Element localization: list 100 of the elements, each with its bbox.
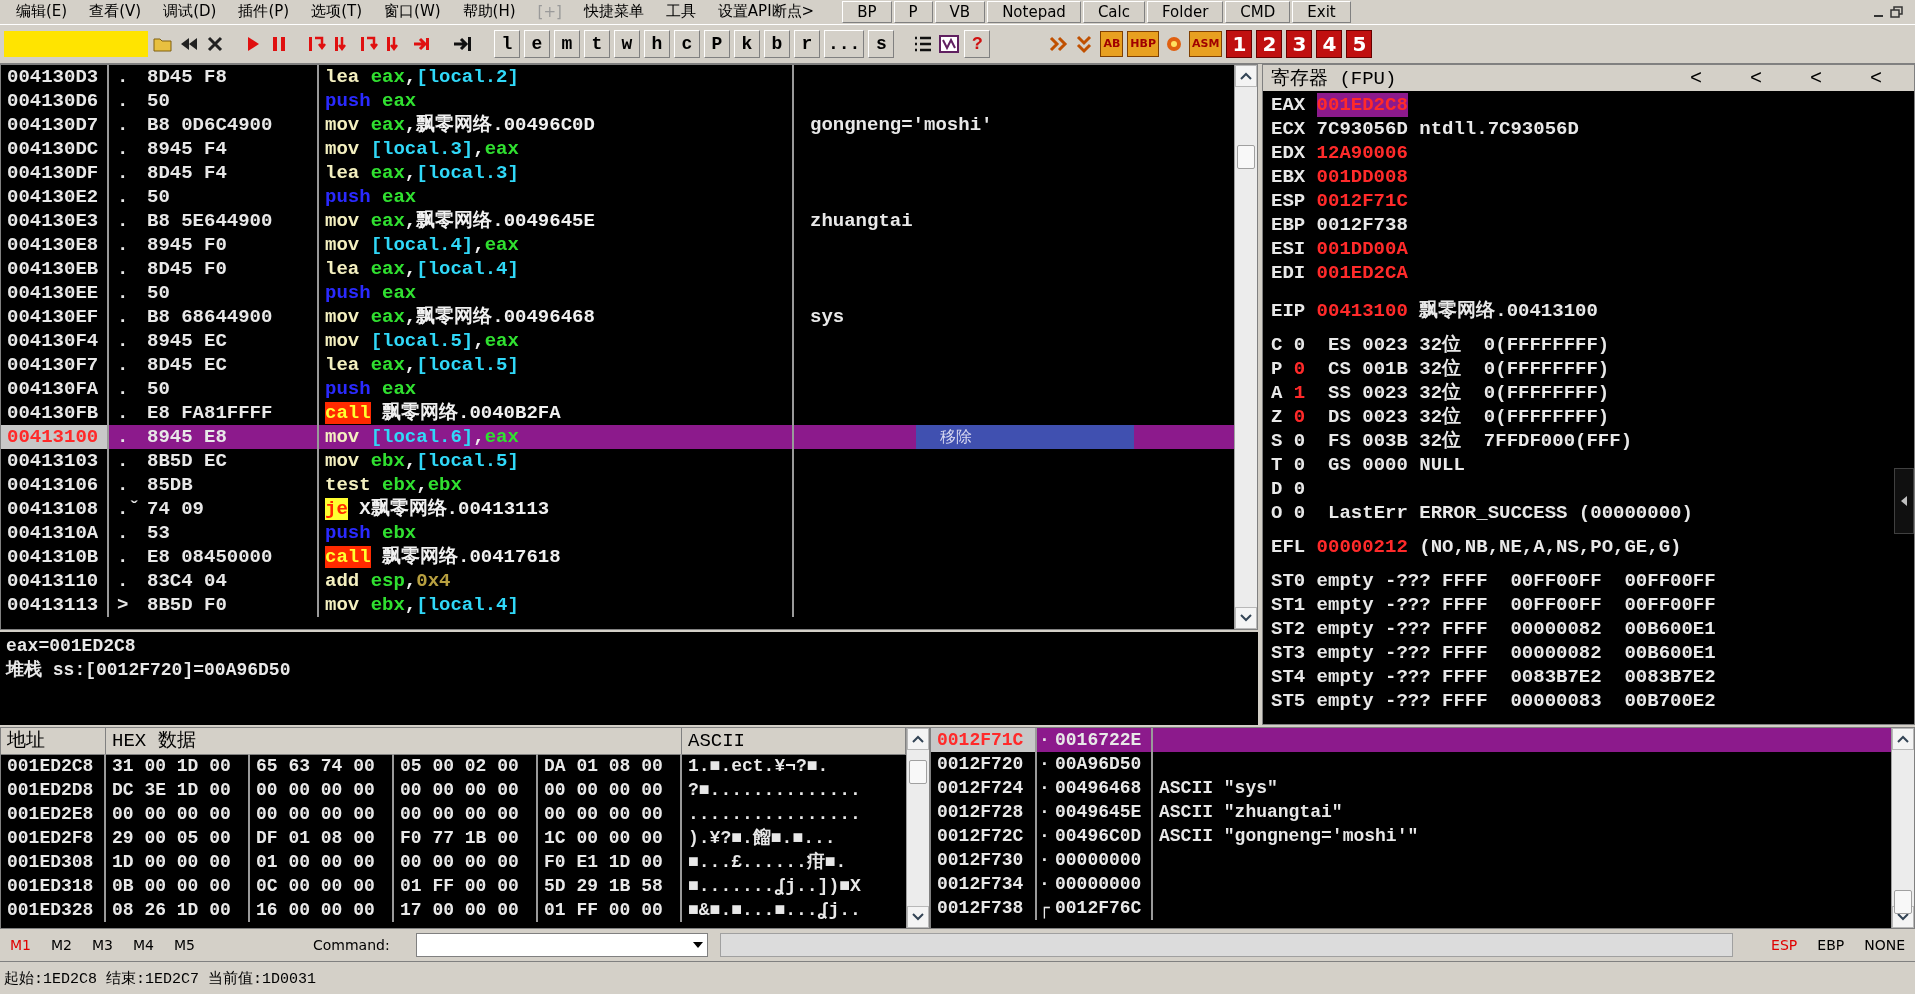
plugin-button[interactable]: HBP — [1127, 30, 1159, 57]
memory-tab[interactable]: M2 — [47, 937, 76, 954]
scroll-thumb[interactable] — [909, 760, 927, 785]
register-note: (NO,NB,NE,A,NS,PO,GE,G) — [1418, 534, 1682, 559]
hex-cell: 01 FF 00 00 — [538, 898, 682, 923]
hex-cell: 01 00 00 00 — [250, 850, 394, 875]
memory-tab[interactable]: M4 — [129, 937, 158, 954]
nav-button[interactable]: < — [1786, 66, 1846, 89]
menu-item[interactable]: 调试(D) — [153, 2, 227, 22]
marker-cell-text: .ˇ — [116, 496, 141, 521]
toolbar-button[interactable]: m — [554, 29, 580, 58]
command-label: Command: — [313, 937, 390, 954]
command-field[interactable] — [415, 933, 708, 958]
toolbar-button[interactable]: Calc — [1082, 0, 1145, 23]
register-value[interactable]: 001DD00A — [1316, 236, 1408, 261]
marker-cell-text: · — [1038, 753, 1051, 777]
comment-cell-text: gongneng='moshi' — [809, 112, 994, 137]
menu-item[interactable]: 查看(V) — [79, 2, 152, 22]
number-button[interactable]: 1 — [1226, 29, 1253, 58]
stack-row[interactable]: 0012F71C · 0016722E — [931, 728, 1891, 753]
column-header[interactable]: HEX 数据 — [106, 728, 682, 756]
toolbar-button[interactable]: Notepad — [987, 0, 1081, 23]
segment-detail: FS 003B 32位 7FFDF000(FFF) — [1327, 428, 1633, 453]
toolbar-button[interactable]: BP — [842, 0, 892, 23]
menu-item[interactable]: 窗口(W) — [374, 2, 451, 22]
ascii-cell-text: ■...£......疳■. — [687, 850, 848, 875]
number-button[interactable]: 2 — [1256, 29, 1283, 58]
panel-title: 寄存器 (FPU) — [1271, 66, 1398, 91]
register-value[interactable]: 001ED2CA — [1316, 260, 1408, 285]
toolbar-button[interactable]: P — [893, 0, 933, 23]
register-name: EDI — [1271, 260, 1307, 285]
flag-value: 0 — [1293, 476, 1306, 501]
toolbar-button[interactable]: ... — [824, 29, 865, 58]
register-value[interactable]: 0012F71C — [1316, 188, 1408, 213]
toolbar-button[interactable]: Exit — [1292, 0, 1351, 23]
address-cell: 00413113 — [1, 592, 109, 617]
toolbar-button[interactable]: l — [494, 29, 520, 58]
stack-mode-button[interactable]: NONE — [1860, 937, 1909, 954]
menu-item[interactable]: 编辑(E) — [6, 2, 78, 22]
hex-cell: 1C 00 00 00 — [538, 826, 682, 851]
scroll-thumb[interactable] — [1894, 890, 1912, 915]
fpu-register: ST2 empty -??? FFFF 00000082 00B600E1 — [1271, 616, 1717, 641]
register-value[interactable]: 12A90006 — [1316, 140, 1408, 165]
toolbar-button[interactable]: CMD — [1225, 0, 1291, 23]
marker-cell-text: . — [116, 64, 130, 89]
scrollbar[interactable] — [1234, 64, 1257, 629]
help-button[interactable]: ? — [964, 29, 991, 58]
flag-value: 0 — [1293, 428, 1306, 453]
column-header[interactable]: 地址 — [1, 728, 106, 756]
toolbar-button[interactable]: h — [644, 29, 670, 58]
toolbar-button[interactable]: P — [704, 29, 730, 58]
toolbar-button[interactable]: e — [524, 29, 550, 58]
nav-button[interactable]: < — [1726, 66, 1786, 89]
register-value[interactable]: 00413100 — [1316, 298, 1408, 323]
number-button[interactable]: 5 — [1346, 29, 1373, 58]
register-value[interactable]: 001DD008 — [1316, 164, 1408, 189]
toolbar-button[interactable]: r — [794, 29, 820, 58]
register-value[interactable]: 0012F738 — [1316, 212, 1408, 237]
register-value[interactable]: 00000212 — [1316, 534, 1408, 559]
column-header[interactable]: ASCII — [682, 728, 906, 756]
menu-item[interactable]: 工具 — [655, 2, 706, 22]
register-value[interactable]: 7C93056D — [1316, 116, 1408, 141]
nav-button[interactable]: < — [1666, 66, 1726, 89]
plugin-button[interactable]: ASM — [1188, 30, 1223, 57]
menu-item[interactable]: 插件(P) — [228, 2, 300, 22]
restore-icon[interactable] — [1889, 3, 1905, 20]
code-row[interactable]: 00413100 . 8945 E8 mov [local.6],eax 移除 — [1, 424, 1234, 449]
toolbar-button[interactable]: t — [584, 29, 610, 58]
memory-tab[interactable]: M3 — [88, 937, 117, 954]
hex-cell: 01 FF 00 00 — [394, 874, 538, 899]
menu-item[interactable]: 帮助(H) — [452, 2, 526, 22]
plugin-button[interactable]: AB — [1100, 30, 1124, 57]
toolbar-button[interactable]: s — [868, 29, 895, 58]
address-cell: 0012F738 — [931, 896, 1037, 921]
hex-cell: 00 00 00 00 — [394, 778, 538, 803]
toolbar-button[interactable]: b — [764, 29, 790, 58]
menu-item[interactable]: 快捷菜单 — [573, 2, 654, 22]
scrollbar[interactable] — [1891, 728, 1914, 929]
memory-tab[interactable]: M5 — [170, 937, 199, 954]
toolbar-button[interactable]: c — [674, 29, 700, 58]
left-arrow-icon[interactable] — [1900, 494, 1908, 507]
toolbar-button[interactable]: Folder — [1146, 0, 1224, 23]
side-tab[interactable] — [1894, 467, 1914, 534]
remove-popup[interactable]: 移除 — [916, 424, 1134, 449]
toolbar-button[interactable]: VB — [934, 0, 986, 23]
address-cell: 001ED2D8 — [1, 778, 106, 803]
address-cell: 001ED2E8 — [1, 802, 106, 827]
number-button[interactable]: 4 — [1316, 29, 1343, 58]
scrollbar[interactable] — [906, 728, 929, 929]
menu-item[interactable]: 选项(T) — [301, 2, 373, 22]
menu-item[interactable]: 设置API断点> — [707, 2, 825, 22]
nav-button[interactable]: < — [1846, 66, 1906, 89]
marker-cell-text: . — [116, 208, 130, 233]
marker-cell-text: · — [1038, 873, 1051, 897]
scroll-thumb[interactable] — [1237, 144, 1255, 169]
toolbar-button[interactable]: k — [734, 29, 760, 58]
toolbar-button[interactable]: w — [614, 29, 640, 58]
stack-mode-button[interactable]: EBP — [1813, 937, 1849, 954]
number-button[interactable]: 3 — [1286, 29, 1313, 58]
register-note: 飘零网络.00413100 — [1418, 298, 1598, 323]
